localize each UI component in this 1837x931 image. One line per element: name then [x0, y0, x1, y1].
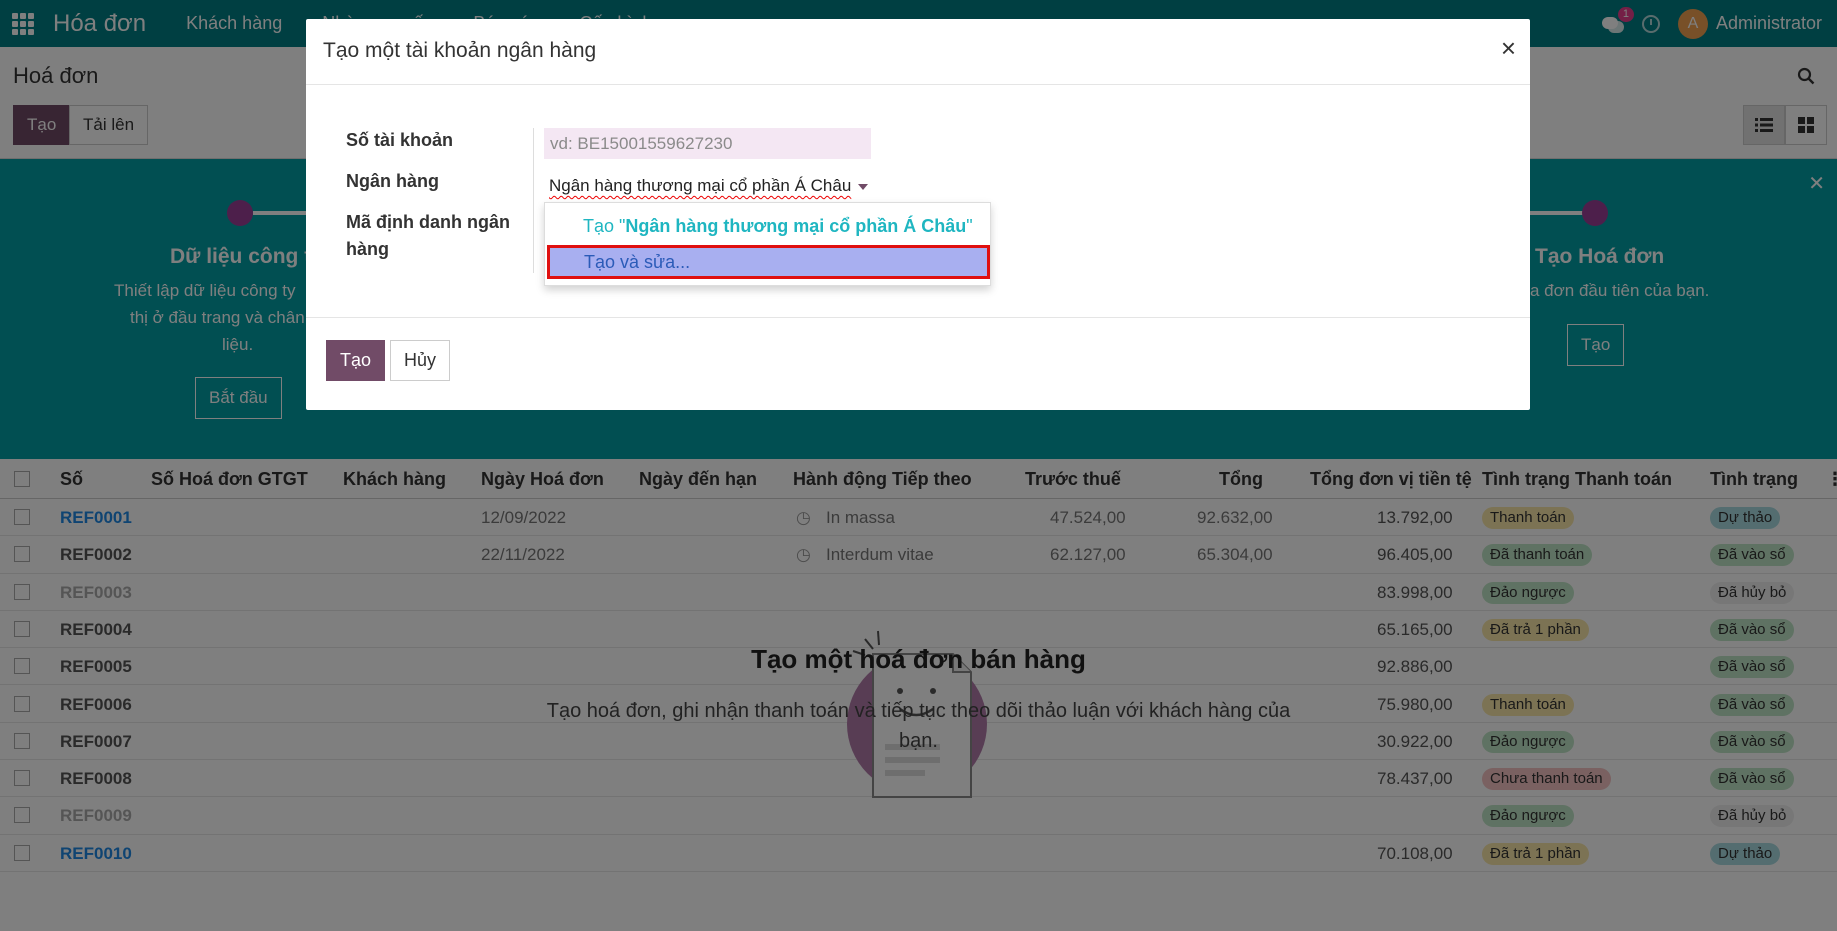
create-option-name: Ngân hàng thương mại cổ phần Á Châu [625, 216, 967, 236]
account-number-label: Số tài khoản [346, 130, 454, 150]
bank-identifier-label-2: hàng [346, 239, 389, 259]
dropdown-create-option[interactable]: Tạo "Ngân hàng thương mại cổ phần Á Châu… [545, 209, 990, 243]
modal-header: Tạo một tài khoản ngân hàng × [306, 19, 1530, 85]
close-icon[interactable]: × [1501, 35, 1516, 61]
create-option-prefix: Tạo " [583, 216, 626, 236]
bank-autocomplete-dropdown: Tạo "Ngân hàng thương mại cổ phần Á Châu… [544, 202, 991, 286]
label-separator [533, 128, 534, 273]
modal-cancel-button[interactable]: Hủy [390, 340, 451, 381]
chevron-down-icon[interactable] [858, 184, 868, 190]
bank-identifier-label-1: Mã định danh ngân [346, 212, 510, 232]
bank-input-value: Ngân hàng thương mại cổ phần Á Châu [549, 176, 852, 195]
modal-title: Tạo một tài khoản ngân hàng [323, 39, 597, 62]
account-number-input[interactable]: vd: BE15001559627230 [544, 128, 871, 159]
dropdown-create-and-edit-option[interactable]: Tạo và sửa... [547, 245, 990, 279]
create-option-suffix: " [966, 216, 973, 236]
modal-create-button[interactable]: Tạo [326, 340, 386, 381]
modal-footer-divider [306, 317, 1530, 318]
bank-label: Ngân hàng [346, 171, 439, 191]
bank-input[interactable]: Ngân hàng thương mại cổ phần Á Châu [544, 171, 871, 205]
